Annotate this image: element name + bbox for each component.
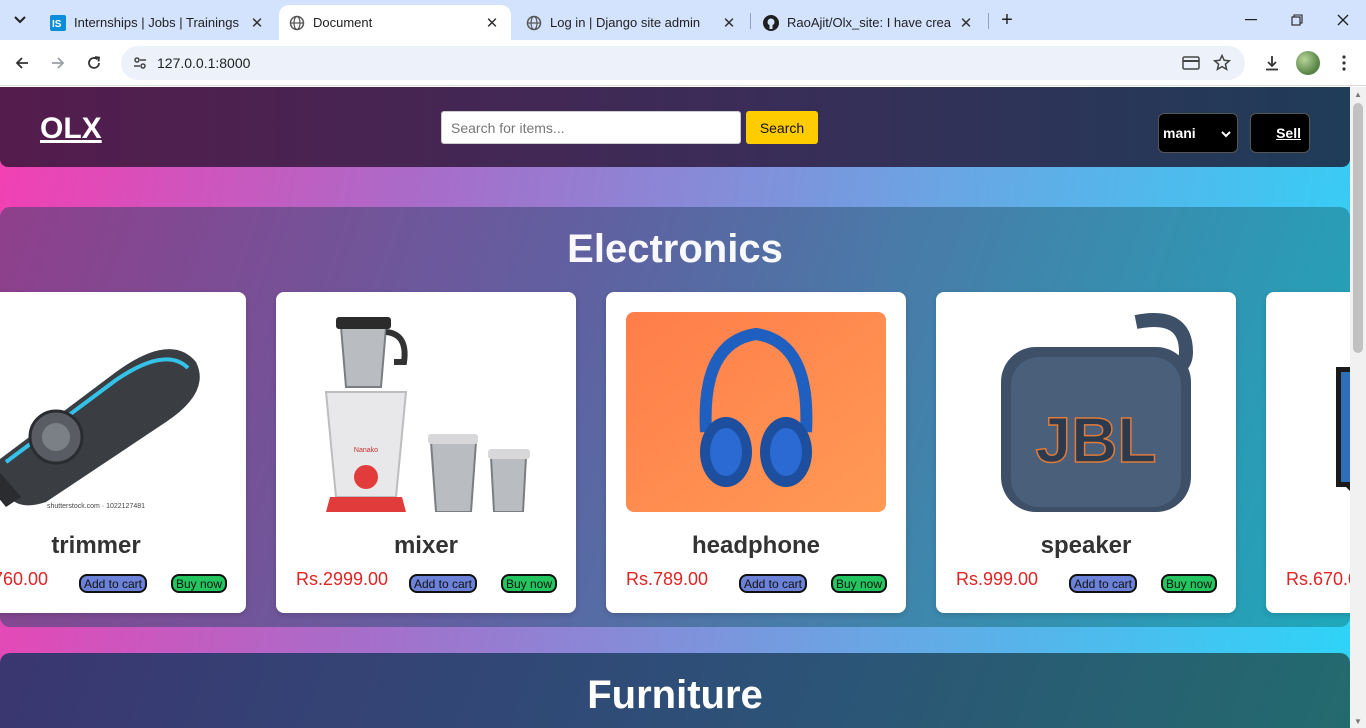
user-select-dropdown[interactable]: mani <box>1158 113 1238 153</box>
tab-document[interactable]: Document ✕ <box>279 5 511 40</box>
page-viewport: OLX Search mani Sell Electronics shutter… <box>0 87 1366 728</box>
speaker-image: JBL <box>956 312 1216 512</box>
headphone-image <box>626 312 886 512</box>
svg-text:IS: IS <box>52 19 62 30</box>
furniture-section: Furniture <box>0 653 1350 728</box>
chevron-down-icon <box>1221 125 1231 141</box>
scrollbar-thumb[interactable] <box>1353 103 1363 353</box>
site-header: OLX Search mani Sell <box>0 87 1350 167</box>
product-price: Rs.789.00 <box>626 569 709 589</box>
page-scrollbar[interactable]: ▲ ▼ <box>1350 87 1366 728</box>
new-tab-plus-icon[interactable]: + <box>995 8 1019 32</box>
trimmer-image-caption: shutterstock.com · 1022127481 <box>47 503 145 510</box>
olx-logo-link[interactable]: OLX <box>40 112 102 146</box>
buy-now-button[interactable]: Buy now <box>501 574 557 593</box>
tab-separator <box>750 13 751 29</box>
tab-title: Log in | Django site admin <box>550 15 701 30</box>
tab-close-icon[interactable]: ✕ <box>720 14 738 32</box>
tab-django-admin[interactable]: Log in | Django site admin ✕ <box>516 5 748 40</box>
restore-icon[interactable] <box>1274 0 1320 40</box>
browser-tabstrip: IS Internships | Jobs | Trainings & I ✕ … <box>0 0 1366 40</box>
back-arrow-icon[interactable] <box>8 49 36 77</box>
download-icon[interactable] <box>1260 51 1284 75</box>
product-card-trimmer: shutterstock.com · 1022127481 trimmer Rs… <box>0 292 246 613</box>
tab-github[interactable]: RaoAjit/Olx_site: I have created ✕ <box>753 5 985 40</box>
product-price: Rs.760.00 <box>0 569 49 589</box>
browser-toolbar: 127.0.0.1:8000 <box>0 40 1366 86</box>
add-to-cart-button[interactable]: Add to cart <box>1069 574 1137 593</box>
search-input[interactable] <box>441 111 741 144</box>
trimmer-image: shutterstock.com · 1022127481 <box>0 312 226 512</box>
tab-close-icon[interactable]: ✕ <box>483 14 501 32</box>
product-price: Rs.999.00 <box>956 569 1039 589</box>
add-to-cart-button[interactable]: Add to cart <box>409 574 477 593</box>
bookmark-star-icon[interactable] <box>1212 53 1232 73</box>
internshala-favicon-icon: IS <box>50 14 66 31</box>
address-bar[interactable]: 127.0.0.1:8000 <box>121 46 1245 80</box>
tab-internshala[interactable]: IS Internships | Jobs | Trainings & I ✕ <box>40 5 276 40</box>
buy-now-button[interactable]: Buy now <box>1161 574 1217 593</box>
tab-close-icon[interactable]: ✕ <box>248 14 266 32</box>
menu-kebab-icon[interactable] <box>1332 51 1356 75</box>
reload-icon[interactable] <box>80 49 108 77</box>
minimize-icon[interactable] <box>1228 0 1274 40</box>
url-text: 127.0.0.1:8000 <box>157 55 251 71</box>
globe-icon <box>289 15 305 31</box>
tab-title: Internships | Jobs | Trainings & I <box>74 15 242 30</box>
scroll-up-arrow-icon[interactable]: ▲ <box>1350 87 1366 101</box>
window-close-icon[interactable] <box>1320 0 1366 40</box>
buy-now-button[interactable]: Buy now <box>831 574 887 593</box>
search-button[interactable]: Search <box>746 111 818 144</box>
card-icon[interactable] <box>1181 53 1201 73</box>
section-title: Electronics <box>567 227 783 271</box>
buy-now-button[interactable]: Buy now <box>171 574 227 593</box>
product-name: speaker <box>1040 532 1132 559</box>
add-to-cart-button[interactable]: Add to cart <box>739 574 807 593</box>
product-card-mixer: Nanako mixer Rs.2999.00 Add to cart Buy … <box>276 292 576 613</box>
tab-close-icon[interactable]: ✕ <box>957 14 975 32</box>
user-select-value: mani <box>1163 125 1196 141</box>
github-icon <box>763 14 779 31</box>
product-card-speaker: JBL speaker Rs.999.00 Add to cart Buy no… <box>936 292 1236 613</box>
mixer-image: Nanako <box>296 312 556 512</box>
product-name: mixer <box>393 532 459 559</box>
forward-arrow-icon[interactable] <box>44 49 72 77</box>
site-info-icon[interactable] <box>129 52 151 74</box>
product-price: Rs.2999.00 <box>296 569 389 589</box>
add-to-cart-button[interactable]: Add to cart <box>79 574 147 593</box>
globe-icon <box>526 15 542 31</box>
profile-avatar[interactable] <box>1296 51 1320 75</box>
tab-separator <box>988 13 989 29</box>
tab-title: RaoAjit/Olx_site: I have created <box>787 15 951 30</box>
tab-title: Document <box>313 15 373 30</box>
mixer-brand-caption: Nanako <box>354 447 378 454</box>
product-card-headphone: headphone Rs.789.00 Add to cart Buy now <box>606 292 906 613</box>
speaker-brand-caption: JBL <box>1036 404 1157 476</box>
product-name: headphone <box>691 532 820 559</box>
section-title: Furniture <box>587 673 763 717</box>
sell-button[interactable]: Sell <box>1250 113 1310 153</box>
tab-search-icon[interactable] <box>7 8 33 32</box>
product-name: trimmer <box>51 532 141 559</box>
scroll-down-arrow-icon[interactable]: ▼ <box>1350 714 1366 728</box>
